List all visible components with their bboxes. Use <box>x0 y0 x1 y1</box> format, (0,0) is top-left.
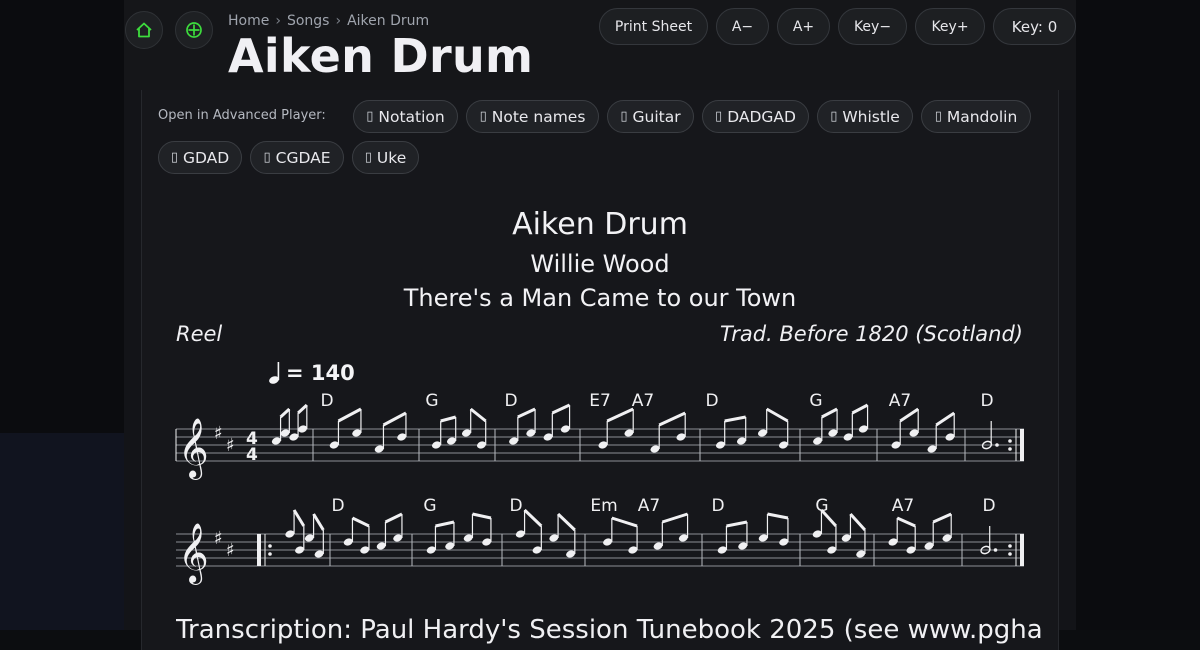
tempo-marking: = 140 <box>268 361 355 385</box>
chip-label: Note names <box>491 107 586 126</box>
chip-label: DADGAD <box>727 107 796 126</box>
player-chip-guitar[interactable]: ▯ Guitar <box>607 100 694 133</box>
breadcrumb-separator: › <box>275 13 281 29</box>
key-up-button[interactable]: Key+ <box>915 8 985 45</box>
backdrop-right <box>1076 0 1200 630</box>
breadcrumb-songs[interactable]: Songs <box>287 13 330 29</box>
instrument-icon: ▯ <box>366 109 374 124</box>
player-chip-whistle[interactable]: ▯ Whistle <box>817 100 913 133</box>
quarter-note-icon <box>269 362 280 384</box>
home-icon <box>136 22 152 38</box>
instrument-icon: ▯ <box>479 109 487 124</box>
sheet-subtitle-2: There's a Man Came to our Town <box>403 284 797 312</box>
breadcrumb-current: Aiken Drum <box>347 13 430 29</box>
player-chip-mandolin[interactable]: ▯ Mandolin <box>921 100 1031 133</box>
chip-label: Uke <box>376 148 407 167</box>
add-button[interactable] <box>175 11 213 49</box>
sheet-rhythm: Reel <box>176 322 223 346</box>
player-chip-note-names[interactable]: ▯ Note names <box>466 100 599 133</box>
instrument-icon: ▯ <box>170 150 178 165</box>
breadcrumb: Home › Songs › Aiken Drum <box>228 13 429 29</box>
player-chip-notation[interactable]: ▯ Notation <box>353 100 458 133</box>
player-chip-cgdae[interactable]: ▯ CGDAE <box>250 141 344 174</box>
add-circle-icon <box>186 22 202 38</box>
breadcrumb-home[interactable]: Home <box>228 13 269 29</box>
instrument-icon: ▯ <box>364 150 372 165</box>
instrument-icon: ▯ <box>934 109 942 124</box>
instrument-icon: ▯ <box>263 150 271 165</box>
backdrop-left-lower <box>0 433 124 630</box>
backdrop-left <box>0 0 124 433</box>
transcription-note: Transcription: Paul Hardy's Session Tune… <box>176 615 1042 645</box>
player-chip-uke[interactable]: ▯ Uke <box>352 141 419 174</box>
font-larger-button[interactable]: A+ <box>777 8 830 45</box>
instrument-icon: ▯ <box>620 109 628 124</box>
breadcrumb-separator: › <box>335 13 342 29</box>
sheet-composer: Trad. Before 1820 (Scotland) <box>720 322 1023 346</box>
player-chip-dadgad[interactable]: ▯ DADGAD <box>702 100 809 133</box>
player-chip-gdad[interactable]: ▯ GDAD <box>158 141 242 174</box>
sheet-title: Aiken Drum <box>512 207 688 242</box>
instrument-icon: ▯ <box>715 109 723 124</box>
chip-label: Notation <box>378 107 445 126</box>
font-smaller-button[interactable]: A− <box>716 8 769 45</box>
chip-label: Guitar <box>632 107 681 126</box>
page-title: Aiken Drum <box>228 29 534 83</box>
chip-label: CGDAE <box>275 148 331 167</box>
tempo-value: = 140 <box>286 361 355 385</box>
key-readout-button[interactable]: Key: 0 <box>993 8 1076 45</box>
advanced-player-label: Open in Advanced Player: <box>158 108 326 123</box>
home-button[interactable] <box>125 11 163 49</box>
sheet-subtitle-1: Willie Wood <box>530 250 670 278</box>
print-sheet-button[interactable]: Print Sheet <box>599 8 708 45</box>
chip-label: GDAD <box>182 148 230 167</box>
chip-label: Whistle <box>842 107 900 126</box>
chip-label: Mandolin <box>946 107 1018 126</box>
instrument-icon: ▯ <box>830 109 838 124</box>
key-down-button[interactable]: Key− <box>838 8 907 45</box>
